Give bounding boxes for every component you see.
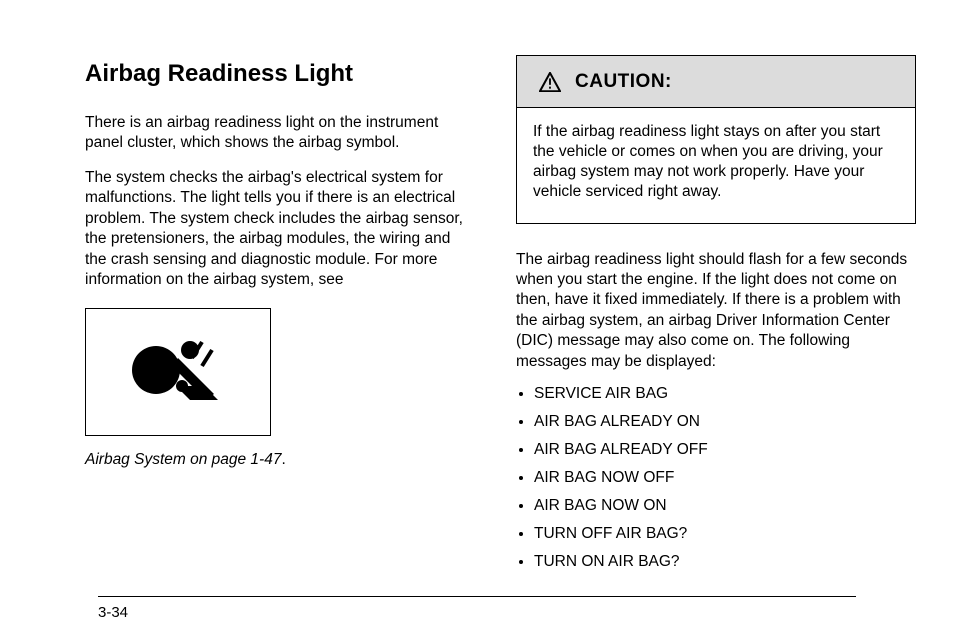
list-item: SERVICE AIR BAG — [534, 382, 916, 406]
body-paragraph: The airbag readiness light should flash … — [516, 250, 916, 373]
list-item: AIR BAG ALREADY ON — [534, 410, 916, 434]
message-list: SERVICE AIR BAG AIR BAG ALREADY ON AIR B… — [516, 382, 916, 574]
airbag-symbol-figure — [85, 308, 271, 436]
list-item: AIR BAG NOW OFF — [534, 466, 916, 490]
list-item: TURN ON AIR BAG? — [534, 550, 916, 574]
page-number: 3-34 — [98, 604, 128, 621]
list-item: TURN OFF AIR BAG? — [534, 522, 916, 546]
caution-label: CAUTION: — [575, 71, 672, 93]
caution-header: CAUTION: — [517, 56, 915, 108]
airbag-icon — [118, 330, 238, 415]
list-item: AIR BAG ALREADY OFF — [534, 438, 916, 462]
cross-reference-title: Airbag System on page 1-47 — [85, 451, 281, 468]
warning-triangle-icon — [539, 72, 561, 92]
section-title: Airbag Readiness Light — [85, 60, 465, 89]
cross-reference-suffix: . — [281, 451, 285, 468]
caution-body: If the airbag readiness light stays on a… — [517, 108, 915, 223]
list-item: AIR BAG NOW ON — [534, 494, 916, 518]
caution-box: CAUTION: If the airbag readiness light s… — [516, 55, 916, 224]
body-paragraph: There is an airbag readiness light on th… — [85, 113, 465, 154]
body-paragraph: The system checks the airbag's electrica… — [85, 168, 465, 291]
cross-reference: Airbag System on page 1-47. — [85, 450, 465, 470]
footer-rule — [98, 596, 856, 597]
